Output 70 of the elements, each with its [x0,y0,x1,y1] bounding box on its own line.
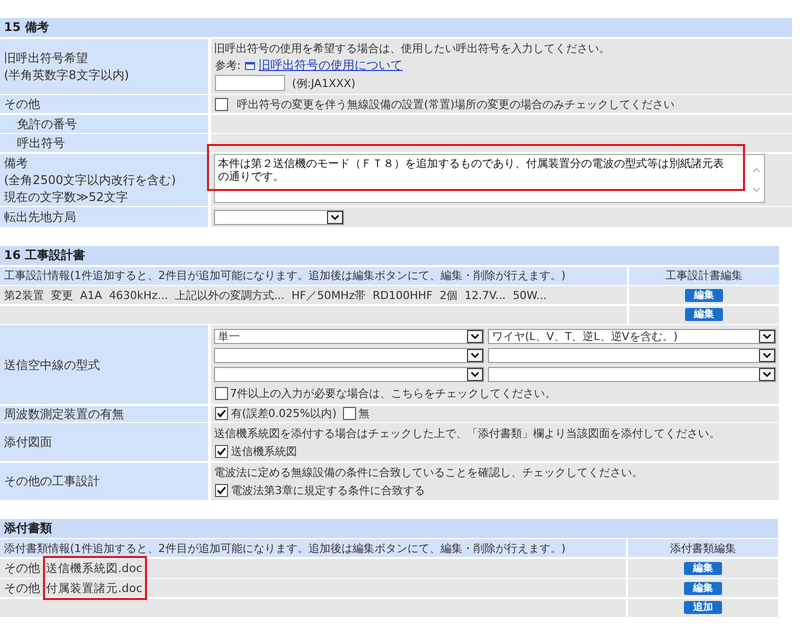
add-button[interactable]: 追加 [684,601,722,614]
section-header: 15 備考 [0,18,792,37]
field-label: 送信空中線の型式 [4,356,101,372]
checkbox[interactable] [215,444,228,458]
column-header: 添付書類編集 [628,539,778,557]
category-text: その他 [4,580,40,596]
example-text: (例:JA1XXX) [292,76,356,90]
column-header: 工事設計情報(1件追加すると、2件目が追加可能になります。追加後は編集ボタンにて、編集・削除が行えます。) [0,266,627,284]
window-icon [244,62,255,70]
field-label: 呼出符号 [17,135,66,151]
dropdown[interactable]: ワイヤ(L、V、T、逆L、逆Vを含む。) [488,328,776,344]
chevron-down-icon [759,348,775,362]
column-header: 添付書類情報(1件追加すると、2件目が追加可能になります。追加後は編集ボタンにて、編集・削除が行えます。) [0,539,626,557]
checkbox-label: 有(誤差0.025%以内) [231,406,337,421]
reference-link[interactable]: 旧呼出符号の使用について [258,58,403,73]
summary-text: 4630kHz... [109,288,168,302]
chevron-down-icon [467,368,483,380]
section-header: 添付書類 [0,518,778,538]
file-name: 送信機系統図.doc [46,560,142,576]
reference-label: 参考: [215,58,241,73]
edit-button[interactable]: 編集 [684,562,722,574]
field-label: 添付図面 [4,434,53,450]
dropdown[interactable]: 単一 [214,328,484,344]
field-label: その他 [4,96,41,112]
edit-button[interactable]: 編集 [684,582,722,594]
summary-text: 変更 [51,288,73,302]
callsign-input[interactable] [215,75,285,91]
checkbox-label: 無 [358,406,370,421]
summary-text: 2個 [440,288,458,302]
field-label: 備考 [4,154,29,170]
field-note: (全角2500文字以内改行を含む) [4,172,177,188]
checkbox[interactable] [215,386,228,400]
checkbox[interactable] [215,407,228,420]
checkbox-label: 7件以上の入力が必要な場合は、こちらをチェックしてください。 [230,386,556,400]
instruction-text: 電波法に定める無線設備の条件に合致していることを確認し、チェックしてください。 [214,464,644,480]
summary-text: HF／50MHz帯 [291,288,366,302]
summary-text: 50W... [512,288,547,302]
summary-text: A1A [80,288,102,302]
summary-text: 第2装置 [4,288,44,302]
file-name: 付属装置諸元.doc [46,580,142,596]
field-label: 旧呼出符号希望 [4,50,89,66]
chevron-down-icon [467,348,483,362]
edit-button[interactable]: 編集 [685,288,723,302]
edit-button[interactable]: 編集 [685,308,723,321]
checkbox-label: 呼出符号の変更を伴う無線設備の設置(常置)場所の変更の場合のみチェックしてください [237,96,675,112]
field-note: 現在の文字数≫52文字 [4,188,129,204]
checkbox[interactable] [215,484,228,496]
summary-text: 上記以外の変調方式... [174,288,284,302]
chevron-down-icon [759,330,775,342]
checkbox[interactable] [342,407,356,420]
column-header: 工事設計書編集 [629,266,779,284]
checkbox-label: 送信機系統図 [231,444,297,458]
chevron-down-icon [759,368,775,380]
category-text: その他 [4,560,40,576]
field-label: 転出先地方局 [4,209,77,225]
field-note: (半角英数字8文字以内) [4,66,130,82]
dropdown[interactable] [214,210,344,224]
field-label: その他の工事設計 [4,473,101,489]
remarks-field[interactable]: 本件は第２送信機のモード（ＦＴ８）を追加するものであり、付属装置分の電波の型式等は別紙諸元表の通りです。 [214,154,765,202]
chevron-down-icon [467,330,483,342]
chevron-down-icon [327,210,343,224]
field-label: 周波数測定装置の有無 [4,406,125,422]
instruction-text: 送信機系統図を添付する場合はチェックした上で、「添付書類」欄より当該図面を添付してください。 [214,426,721,440]
summary-text: 12.7V... [464,288,506,302]
summary-text: RD100HHF [372,288,433,302]
field-label: 免許の番号 [17,116,78,132]
checkbox[interactable] [215,98,228,110]
section-header: 16 工事設計書 [0,246,779,265]
instruction-text: 旧呼出符号の使用を希望する場合は、使用したい呼出符号を入力してください。 [214,41,611,56]
checkbox-label: 電波法第3章に規定する条件に合致する [231,482,425,498]
